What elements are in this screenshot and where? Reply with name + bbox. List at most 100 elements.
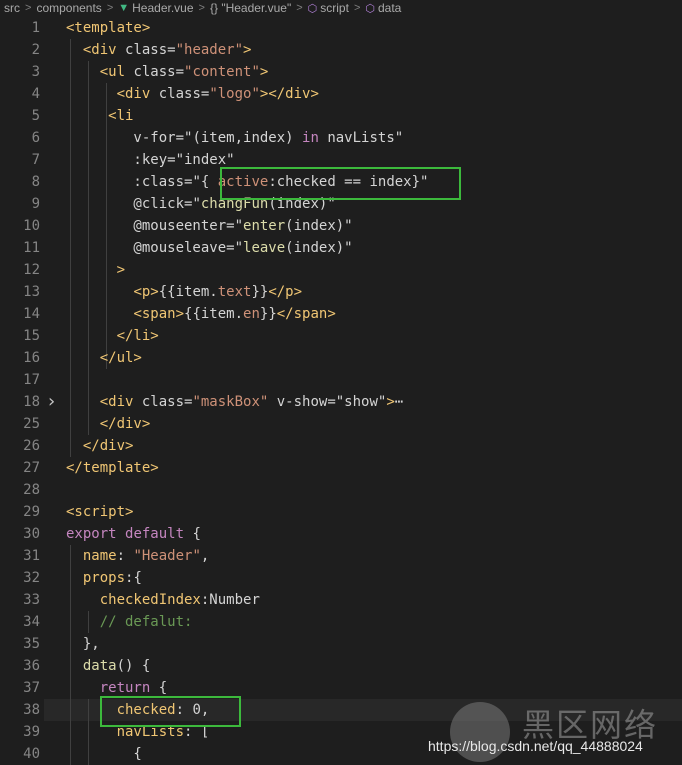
code-line[interactable]: 5 <li [0,105,682,127]
code-token: " [234,218,244,234]
code-token: default [125,526,185,542]
line-number: 34 [23,614,40,630]
code-token: @mouseenter= [66,218,235,234]
code-line[interactable]: 1 <template> [0,17,682,39]
line-number: 39 [23,724,40,740]
code-token: <ul [99,64,134,80]
line-number: 26 [23,438,40,454]
code-text: <li [66,105,133,127]
code-token: class= [141,394,193,410]
code-token: {{item. [184,306,244,322]
code-line[interactable]: 10 @mouseenter="enter(index)" [0,215,682,237]
code-text: </template> [66,457,159,479]
code-token: in [302,130,319,146]
code-line[interactable]: 15 </li> [0,325,682,347]
line-number: 3 [31,64,40,80]
code-line[interactable]: 16 </ul> [0,347,682,369]
code-line[interactable]: 14 <span>{{item.en}}</span> [0,303,682,325]
code-token: "{ [192,174,218,190]
code-line[interactable]: 29 <script> [0,501,682,523]
code-line[interactable]: 36 data() { [0,655,682,677]
code-token: </span> [276,306,336,322]
code-line[interactable]: 25 </div> [0,413,682,435]
code-token: :Number [200,592,260,608]
highlight-box-checked [100,696,241,727]
code-token: </div> [99,416,151,432]
code-token: <div [82,42,126,58]
code-line[interactable]: 12 > [0,259,682,281]
code-token: checkedIndex [99,592,201,608]
line-number: 7 [31,152,40,168]
line-number: 35 [23,636,40,652]
code-token: <li [108,108,134,124]
code-line[interactable]: 11 @mouseleave="leave(index)" [0,237,682,259]
breadcrumb-item-module[interactable]: {} "Header.vue" [210,1,291,15]
code-line[interactable]: 35 }, [0,633,682,655]
code-token: > [259,64,269,80]
line-number: 12 [23,262,40,278]
line-number: 25 [23,416,40,432]
code-token: text [217,284,252,300]
breadcrumb-item-script[interactable]: script [320,1,349,15]
code-token: "index" [175,152,235,168]
code-line[interactable]: 17 [0,369,682,391]
code-line[interactable]: 13 <p>{{item.text}}</p> [0,281,682,303]
code-token: v-show= [268,394,336,410]
code-line[interactable]: 30 export default { [0,523,682,545]
code-token: // defalut: [99,614,193,630]
code-line[interactable]: 2 <div class="header"> [0,39,682,61]
code-line[interactable]: 3 <ul class="content"> [0,61,682,83]
code-text: v-for="(item,index) in navLists" [66,127,403,149]
code-line[interactable]: 28 [0,479,682,501]
code-line[interactable]: 27 </template> [0,457,682,479]
chevron-right-icon: > [106,2,114,14]
code-line[interactable]: 4 <div class="logo"></div> [0,83,682,105]
code-text: </ul> [66,347,142,369]
breadcrumb-item-src[interactable]: src [4,1,20,15]
code-token: (index)" [285,240,353,256]
code-line[interactable]: 26 </div> [0,435,682,457]
code-token: @mouseleave= [66,240,235,256]
breadcrumb-item-components[interactable]: components [36,1,101,15]
code-line[interactable]: 18 › <div class="maskBox" v-show="show">⋯ [0,391,682,413]
code-token: {{item. [158,284,218,300]
code-token: > [386,394,395,410]
line-number: 13 [23,284,40,300]
code-token: name [82,548,117,564]
code-token: :key= [66,152,176,168]
code-token: <script> [66,504,134,520]
code-token: ⋯ [394,394,404,410]
line-number: 10 [23,218,40,234]
code-line[interactable]: 31 name: "Header", [0,545,682,567]
code-token: leave [243,240,286,256]
code-token: <p> [133,284,159,300]
code-token: en [243,306,260,322]
code-token: enter [243,218,286,234]
code-token: "maskBox" [192,394,269,410]
code-line[interactable]: 34 // defalut: [0,611,682,633]
breadcrumb-item-data[interactable]: data [378,1,401,15]
code-token: (index)" [285,218,353,234]
line-number: 9 [31,196,40,212]
breadcrumb-item-file[interactable]: Header.vue [132,1,193,15]
line-number: 38 [23,702,40,718]
code-line[interactable]: 6 v-for="(item,index) in navLists" [0,127,682,149]
code-line[interactable]: 33 checkedIndex:Number [0,589,682,611]
fold-chevron-icon[interactable]: › [46,391,57,413]
line-number: 17 [23,372,40,388]
code-token: <span> [133,306,185,322]
code-editor[interactable]: 1 <template> 2 <div class="header"> 3 <ul c… [0,17,682,765]
code-text: :key="index" [66,149,235,171]
code-line[interactable]: 32 props:{ [0,567,682,589]
